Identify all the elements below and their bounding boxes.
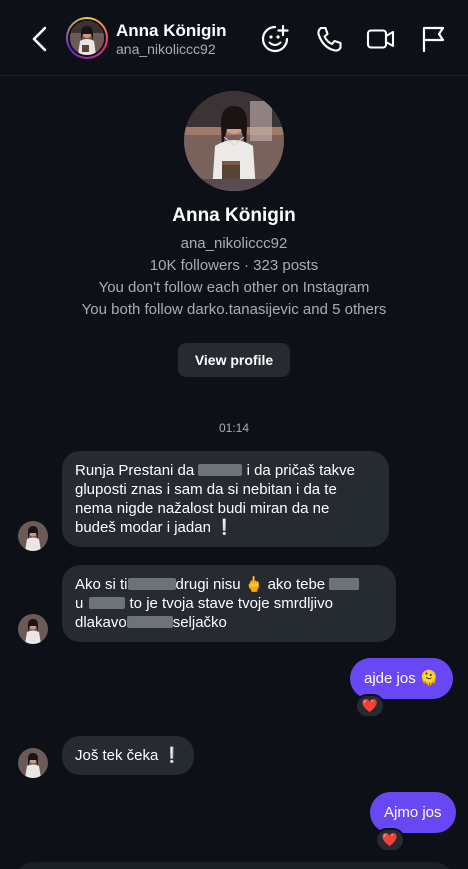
message-composer[interactable]: [14, 862, 454, 869]
message-bubble-incoming[interactable]: Još tek čeka ❕: [62, 736, 195, 775]
hand-emoji: 🖕: [244, 576, 264, 593]
melting-face-emoji: 🫠: [419, 670, 439, 687]
avatar-photo: [18, 521, 48, 551]
message-timestamp: 01:14: [218, 421, 250, 435]
message-line: nema nigde nažalost budi miran da ne: [75, 500, 330, 517]
message-line: dlakavo seljačko: [75, 613, 383, 632]
blurred-text: [198, 464, 243, 476]
header-username: ana_nikoliccc92: [116, 41, 216, 57]
profile-stats: 10K followers · 323 posts: [149, 257, 319, 274]
message-text: Ako si ti: [75, 576, 128, 593]
message-text: Ajmo jos: [384, 804, 442, 821]
message-line: Ako si ti drugi nisu 🖕 ako tebe: [75, 575, 383, 594]
message-text: budeš modar i jadan: [75, 519, 216, 536]
message-text: drugi nisu: [175, 576, 245, 593]
message-text: Još tek čeka: [75, 747, 163, 764]
avatar-photo: [70, 21, 104, 55]
heart-reaction[interactable]: ❤️: [375, 828, 405, 852]
message-bubble-outgoing[interactable]: Ajmo jos: [370, 792, 456, 833]
blurred-text: [127, 578, 176, 590]
message-bubble-incoming[interactable]: Ako si ti drugi nisu 🖕 ako tebe u to je t…: [62, 565, 396, 642]
message-line: gluposti znas i sam da si nebitan i da t…: [75, 481, 337, 498]
message-bubble-incoming[interactable]: Runja Prestani da i da pričaš takve glup…: [62, 451, 389, 547]
exclamation-emoji: ❕: [162, 747, 182, 764]
sender-avatar[interactable]: [18, 614, 48, 644]
message-line: budeš modar i jadan ❕: [75, 518, 376, 537]
message-text: seljačko: [172, 614, 227, 631]
message-text: to je tvoja stave tvoje smrdljivo: [125, 595, 333, 612]
heart-reaction[interactable]: ❤️: [355, 694, 385, 718]
sender-avatar[interactable]: [18, 521, 48, 551]
message-line: Runja Prestani da i da pričaš takve: [75, 461, 376, 480]
sticker-add-icon[interactable]: [260, 24, 290, 54]
profile-username: ana_nikoliccc92: [180, 235, 288, 252]
view-profile-button[interactable]: View profile: [177, 343, 291, 377]
blurred-text: [89, 597, 126, 609]
sender-avatar[interactable]: [18, 748, 48, 778]
avatar-photo: [18, 748, 48, 778]
message-text: u: [75, 595, 84, 612]
message-text: Runja Prestani da: [75, 462, 199, 479]
blurred-text: [126, 616, 173, 628]
message-line: u to je tvoja stave tvoje smrdljivo: [75, 594, 383, 613]
profile-photo: [184, 91, 284, 191]
mutual-followers[interactable]: You both follow darko.tanasijevic and 5 …: [0, 299, 468, 321]
message-text: ako tebe: [263, 576, 326, 593]
chat-header: Anna Königin ana_nikoliccc92: [0, 0, 468, 76]
phone-icon[interactable]: [314, 24, 344, 54]
blurred-text: [329, 578, 360, 590]
avatar-photo: [18, 614, 48, 644]
header-name[interactable]: Anna Königin: [116, 21, 226, 41]
profile-avatar[interactable]: [184, 91, 284, 191]
message-text: dlakavo: [75, 614, 127, 631]
message-text: ajde jos: [364, 670, 420, 687]
message-text: i da pričaš takve: [242, 462, 355, 479]
exclamation-emoji: ❕: [215, 519, 234, 536]
header-avatar[interactable]: [66, 17, 108, 59]
video-icon[interactable]: [366, 24, 396, 54]
flag-icon[interactable]: [419, 24, 449, 54]
follow-status: You don't follow each other on Instagram: [98, 279, 370, 296]
profile-card: Anna Königin ana_nikoliccc92 10K followe…: [0, 88, 468, 377]
message-bubble-outgoing[interactable]: ajde jos 🫠: [350, 658, 453, 699]
back-icon[interactable]: [28, 24, 52, 54]
profile-name: Anna Königin: [172, 205, 296, 226]
